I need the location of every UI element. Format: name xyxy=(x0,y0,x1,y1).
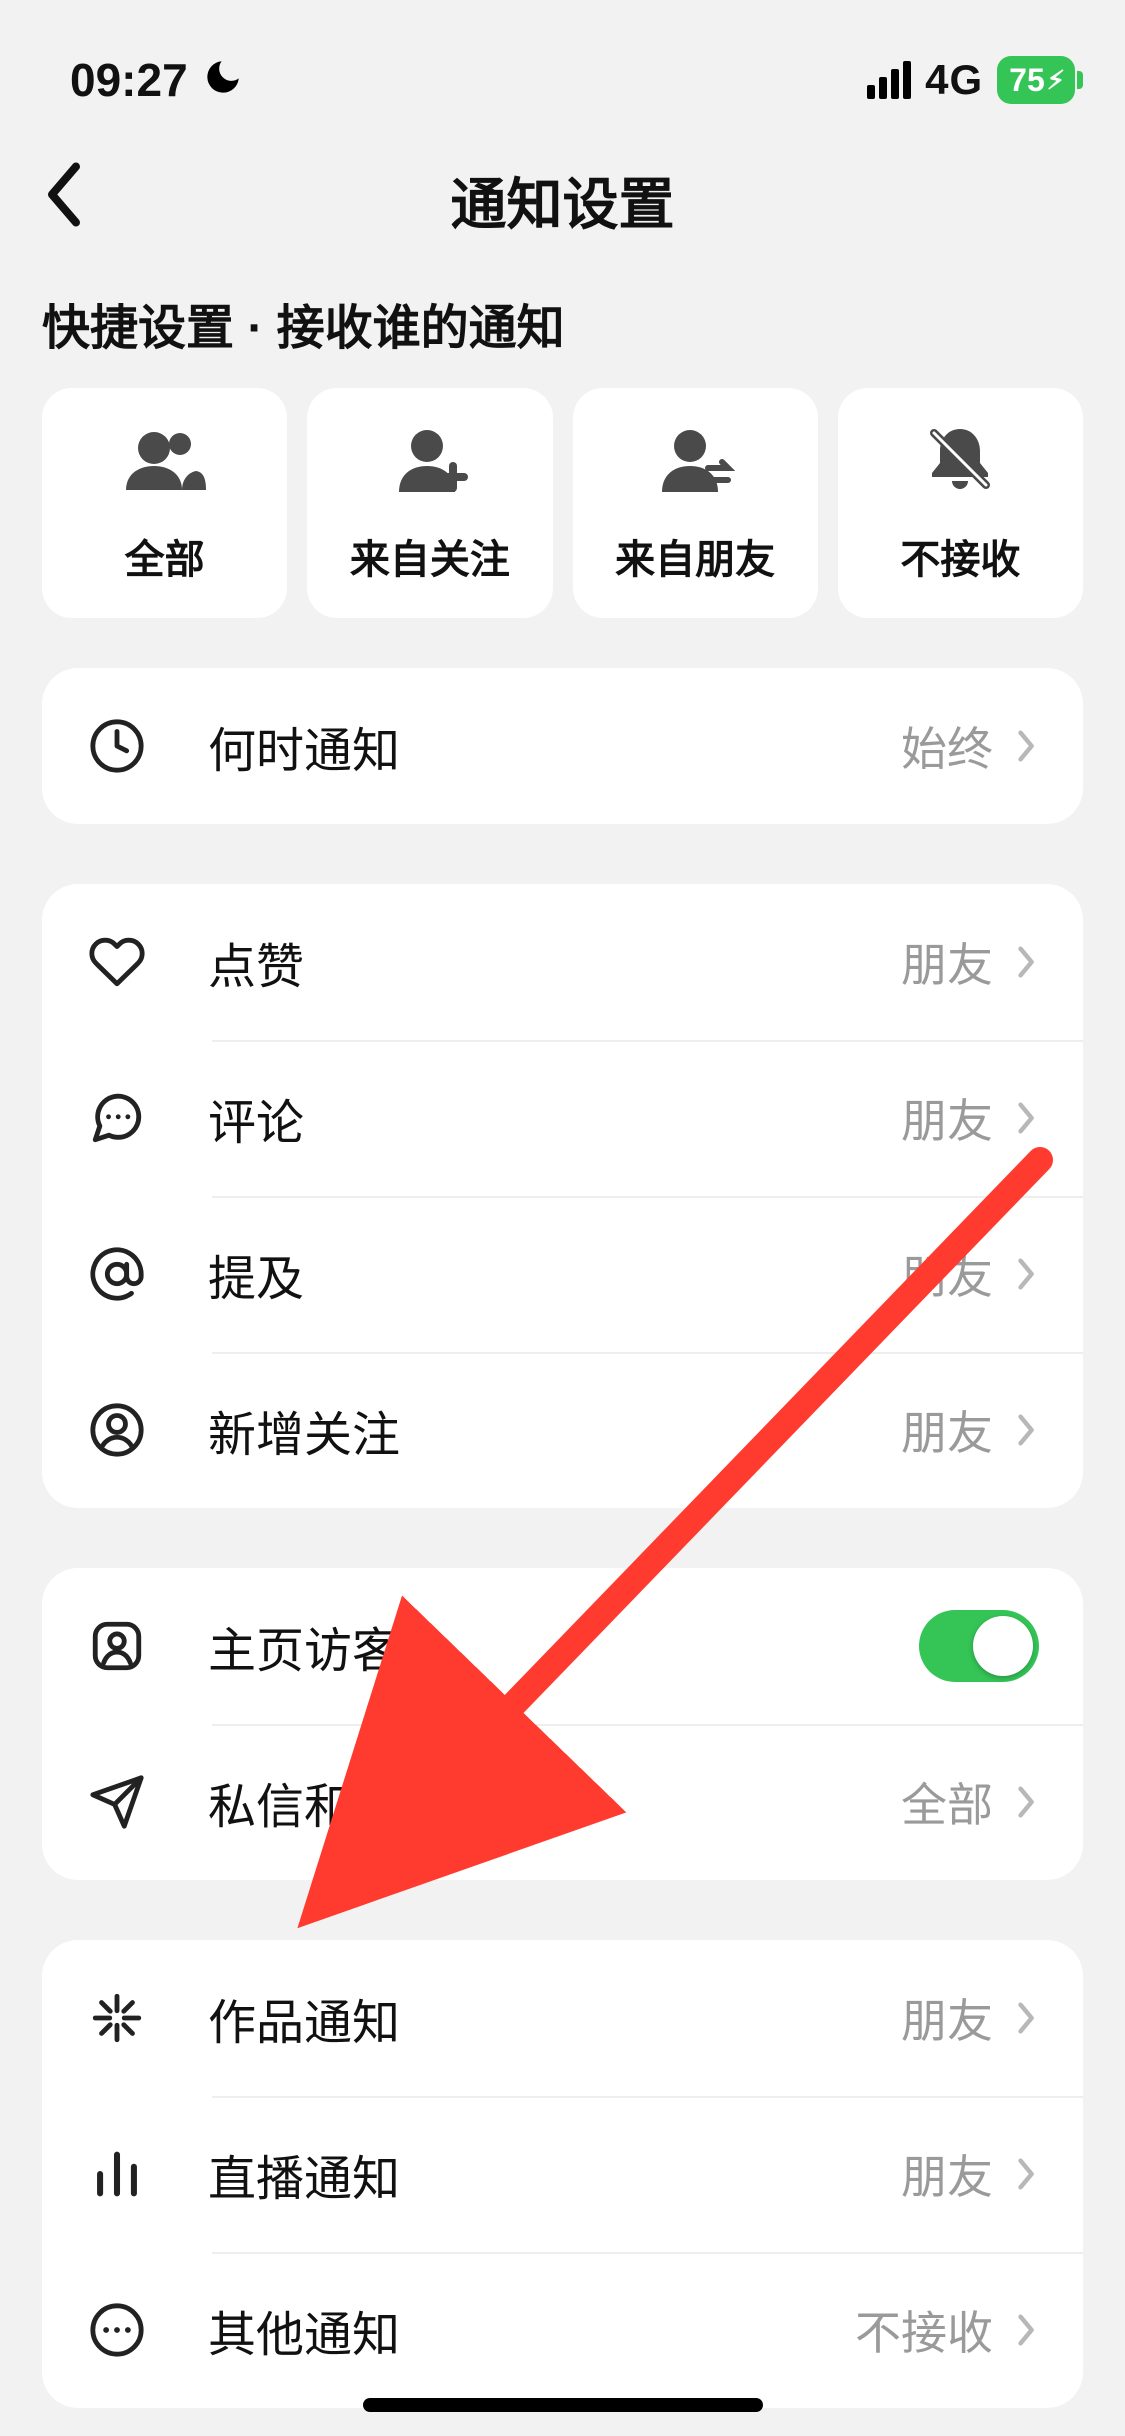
row-label: 主页访客 xyxy=(208,1611,919,1681)
settings-group-profile: 主页访客 私信和通话 全部 xyxy=(42,1568,1083,1880)
user-circle-icon xyxy=(82,1395,152,1465)
bar-chart-icon xyxy=(82,2139,152,2209)
people-icon xyxy=(120,421,210,501)
row-comments[interactable]: 评论 朋友 xyxy=(42,1040,1083,1196)
chevron-right-icon xyxy=(1011,1998,1039,2038)
chevron-right-icon xyxy=(1011,1254,1039,1294)
row-value: 始终 xyxy=(901,713,993,779)
chevron-right-icon xyxy=(1011,1098,1039,1138)
row-works-notify[interactable]: 作品通知 朋友 xyxy=(42,1940,1083,2096)
row-value: 朋友 xyxy=(901,1241,993,1307)
quick-card-all[interactable]: 全部 xyxy=(42,388,287,618)
send-icon xyxy=(82,1767,152,1837)
quick-card-friends[interactable]: 来自朋友 xyxy=(573,388,818,618)
row-label: 提及 xyxy=(208,1239,901,1309)
chevron-right-icon xyxy=(1011,726,1039,766)
settings-group-interactions: 点赞 朋友 评论 朋友 提及 朋友 新增关注 朋友 xyxy=(42,884,1083,1508)
home-indicator xyxy=(363,2398,763,2412)
visitor-toggle[interactable] xyxy=(919,1610,1039,1682)
more-circle-icon xyxy=(82,2295,152,2365)
charging-bolt-icon: ⚡︎ xyxy=(1047,65,1065,96)
row-label: 评论 xyxy=(208,1083,901,1153)
row-value: 朋友 xyxy=(901,1085,993,1151)
status-left: 09:27 xyxy=(70,53,244,107)
battery-percent: 75 xyxy=(1009,62,1045,99)
page-title: 通知设置 xyxy=(451,160,675,241)
back-button[interactable] xyxy=(40,159,88,242)
quick-card-label: 来自关注 xyxy=(350,527,510,585)
row-value: 朋友 xyxy=(901,1985,993,2051)
row-label: 点赞 xyxy=(208,927,901,997)
row-value: 全部 xyxy=(901,1769,993,1835)
row-profile-visitors[interactable]: 主页访客 xyxy=(42,1568,1083,1724)
heart-icon xyxy=(82,927,152,997)
row-value: 不接收 xyxy=(855,2297,993,2363)
row-likes[interactable]: 点赞 朋友 xyxy=(42,884,1083,1040)
quick-settings-row: 全部 来自关注 来自朋友 xyxy=(0,388,1125,668)
comment-icon xyxy=(82,1083,152,1153)
bell-off-icon xyxy=(915,421,1005,501)
row-label: 何时通知 xyxy=(208,711,901,781)
chevron-right-icon xyxy=(1011,1782,1039,1822)
quick-card-label: 不接收 xyxy=(900,527,1020,585)
quick-card-none[interactable]: 不接收 xyxy=(838,388,1083,618)
cellular-signal-icon xyxy=(867,61,911,99)
nav-header: 通知设置 xyxy=(0,130,1125,270)
quick-card-following[interactable]: 来自关注 xyxy=(307,388,552,618)
profile-card-icon xyxy=(82,1611,152,1681)
row-label: 直播通知 xyxy=(208,2139,901,2209)
chevron-right-icon xyxy=(1011,2154,1039,2194)
row-label: 新增关注 xyxy=(208,1395,901,1465)
settings-group-content: 作品通知 朋友 直播通知 朋友 其他通知 不接收 xyxy=(42,1940,1083,2408)
network-label: 4G xyxy=(925,56,983,104)
chevron-right-icon xyxy=(1011,2310,1039,2350)
row-dm-calls[interactable]: 私信和通话 全部 xyxy=(42,1724,1083,1880)
sparkle-icon xyxy=(82,1983,152,2053)
row-new-follows[interactable]: 新增关注 朋友 xyxy=(42,1352,1083,1508)
battery-indicator: 75⚡︎ xyxy=(997,56,1075,104)
row-label: 其他通知 xyxy=(208,2295,855,2365)
quick-card-label: 全部 xyxy=(125,527,205,585)
row-label: 私信和通话 xyxy=(208,1767,901,1837)
status-bar: 09:27 4G 75⚡︎ xyxy=(0,0,1125,130)
person-plus-icon xyxy=(385,421,475,501)
chevron-right-icon xyxy=(1011,942,1039,982)
row-value: 朋友 xyxy=(901,929,993,995)
settings-group-when: 何时通知 始终 xyxy=(42,668,1083,824)
status-right: 4G 75⚡︎ xyxy=(867,56,1075,104)
row-when-notify[interactable]: 何时通知 始终 xyxy=(42,668,1083,824)
at-icon xyxy=(82,1239,152,1309)
row-value: 朋友 xyxy=(901,1397,993,1463)
row-value: 朋友 xyxy=(901,2141,993,2207)
status-time: 09:27 xyxy=(70,53,188,107)
row-live-notify[interactable]: 直播通知 朋友 xyxy=(42,2096,1083,2252)
dnd-moon-icon xyxy=(202,56,244,108)
row-other-notify[interactable]: 其他通知 不接收 xyxy=(42,2252,1083,2408)
quick-card-label: 来自朋友 xyxy=(615,527,775,585)
row-mentions[interactable]: 提及 朋友 xyxy=(42,1196,1083,1352)
person-swap-icon xyxy=(650,421,740,501)
clock-icon xyxy=(82,711,152,781)
row-label: 作品通知 xyxy=(208,1983,901,2053)
section-heading: 快捷设置 · 接收谁的通知 xyxy=(0,270,1125,388)
chevron-right-icon xyxy=(1011,1410,1039,1450)
